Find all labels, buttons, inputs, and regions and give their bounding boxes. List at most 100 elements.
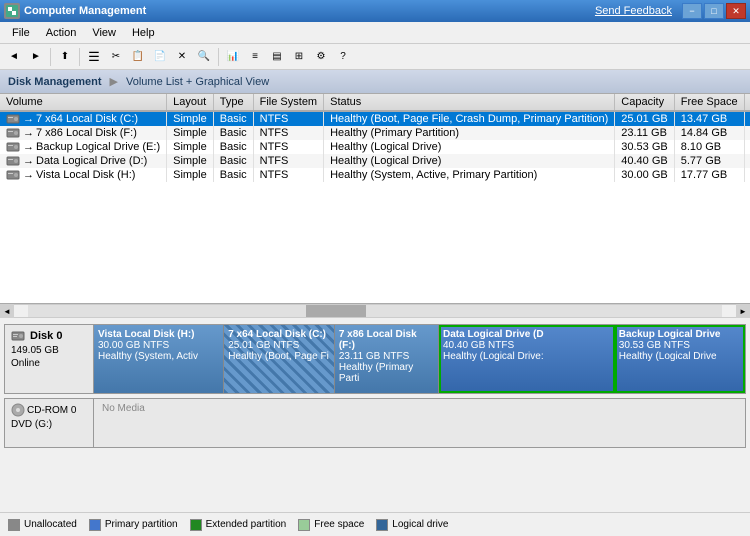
legend-primary: Primary partition <box>89 519 178 531</box>
toolbar-help[interactable]: ? <box>333 47 353 67</box>
close-button[interactable]: ✕ <box>726 3 746 19</box>
table-row[interactable]: →7 x64 Local Disk (C:)SimpleBasicNTFSHea… <box>0 111 750 126</box>
partition-block[interactable]: 7 x86 Local Disk (F:)23.11 GB NTFSHealth… <box>335 325 439 393</box>
menu-view[interactable]: View <box>84 25 124 41</box>
col-layout[interactable]: Layout <box>167 94 214 111</box>
partition-status: Healthy (Logical Drive <box>619 351 741 362</box>
arrow-icon: → <box>23 113 34 125</box>
scroll-left-arrow[interactable]: ◄ <box>0 304 14 318</box>
table-row[interactable]: →Backup Logical Drive (E:)SimpleBasicNTF… <box>0 140 750 154</box>
toolbar-back[interactable]: ◄ <box>4 47 24 67</box>
cell-layout: Simple <box>167 126 214 140</box>
table-row[interactable]: →Vista Local Disk (H:)SimpleBasicNTFSHea… <box>0 168 750 182</box>
col-volume[interactable]: Volume <box>0 94 167 111</box>
toolbar-separator-1 <box>50 48 51 66</box>
toolbar-up[interactable]: ⬆ <box>55 47 75 67</box>
col-capacity[interactable]: Capacity <box>615 94 674 111</box>
cell-layout: Simple <box>167 168 214 182</box>
partition-block[interactable]: Backup Logical Drive30.53 GB NTFSHealthy… <box>615 325 745 393</box>
toolbar-view3[interactable]: ⊞ <box>289 47 309 67</box>
partition-status: Healthy (Boot, Page Fi <box>228 351 330 362</box>
toolbar-forward[interactable]: ► <box>26 47 46 67</box>
toolbar-export[interactable]: 📊 <box>223 47 243 67</box>
col-pct-free[interactable]: % Free <box>744 94 750 111</box>
toolbar-copy[interactable]: 📋 <box>128 47 148 67</box>
toolbar-show-hide[interactable]: ☰ <box>84 47 104 67</box>
cell-pct-free: 64 % <box>744 126 750 140</box>
table-row[interactable]: →7 x86 Local Disk (F:)SimpleBasicNTFSHea… <box>0 126 750 140</box>
cell-layout: Simple <box>167 111 214 126</box>
legend-unallocated: Unallocated <box>8 519 77 531</box>
partition-name: 7 x64 Local Disk (C:) <box>228 329 330 340</box>
cell-free-space: 5.77 GB <box>674 154 744 168</box>
toolbar-paste[interactable]: 📄 <box>150 47 170 67</box>
scroll-right-arrow[interactable]: ► <box>736 304 750 318</box>
cell-type: Basic <box>213 154 253 168</box>
scroll-thumb[interactable] <box>306 305 366 317</box>
partition-name: Backup Logical Drive <box>619 329 741 340</box>
cell-volume: →Data Logical Drive (D:) <box>0 154 167 168</box>
volume-list: Volume Layout Type File System Status Ca… <box>0 94 750 304</box>
partition-size: 40.40 GB NTFS <box>443 340 610 351</box>
toolbar-prop[interactable]: 🔍 <box>194 47 214 67</box>
main-area: Volume Layout Type File System Status Ca… <box>0 94 750 536</box>
disk0-status: Online <box>11 358 87 369</box>
restore-button[interactable]: □ <box>704 3 724 19</box>
disk-icon <box>6 127 20 139</box>
cell-volume: →Vista Local Disk (H:) <box>0 168 167 182</box>
horizontal-scrollbar[interactable]: ◄ ► <box>0 304 750 318</box>
toolbar-settings[interactable]: ⚙ <box>311 47 331 67</box>
toolbar-cut[interactable]: ✂ <box>106 47 126 67</box>
disk0-name: Disk 0 <box>11 329 87 343</box>
cell-type: Basic <box>213 126 253 140</box>
legend-unallocated-label: Unallocated <box>24 519 77 530</box>
scroll-track[interactable] <box>28 305 722 317</box>
toolbar-view1[interactable]: ≡ <box>245 47 265 67</box>
menu-file[interactable]: File <box>4 25 38 41</box>
col-status[interactable]: Status <box>324 94 615 111</box>
cell-filesystem: NTFS <box>253 154 323 168</box>
partition-status: Healthy (Primary Parti <box>339 362 434 384</box>
disk-icon <box>6 113 20 125</box>
legend-extended: Extended partition <box>190 519 287 531</box>
toolbar-view2[interactable]: ▤ <box>267 47 287 67</box>
legend-free: Free space <box>298 519 364 531</box>
send-feedback-link[interactable]: Send Feedback <box>595 5 672 17</box>
table-row[interactable]: →Data Logical Drive (D:)SimpleBasicNTFSH… <box>0 154 750 168</box>
section-sep-icon: ▶ <box>110 75 118 88</box>
col-type[interactable]: Type <box>213 94 253 111</box>
legend-unallocated-box <box>8 519 20 531</box>
cell-layout: Simple <box>167 154 214 168</box>
cell-filesystem: NTFS <box>253 168 323 182</box>
disk0-size: 149.05 GB <box>11 345 87 356</box>
partition-size: 25.01 GB NTFS <box>228 340 330 351</box>
menu-action[interactable]: Action <box>38 25 85 41</box>
title-bar-controls: Send Feedback − □ ✕ <box>595 3 746 19</box>
partition-block[interactable]: Data Logical Drive (D40.40 GB NTFSHealth… <box>439 325 615 393</box>
minimize-button[interactable]: − <box>682 3 702 19</box>
toolbar-delete[interactable]: ✕ <box>172 47 192 67</box>
cell-pct-free: 59 % <box>744 168 750 182</box>
partition-block[interactable]: Vista Local Disk (H:)30.00 GB NTFSHealth… <box>94 325 224 393</box>
legend: Unallocated Primary partition Extended p… <box>0 512 750 536</box>
partition-size: 30.00 GB NTFS <box>98 340 219 351</box>
volume-table: Volume Layout Type File System Status Ca… <box>0 94 750 182</box>
section-header: Disk Management ▶ Volume List + Graphica… <box>0 70 750 94</box>
col-filesystem[interactable]: File System <box>253 94 323 111</box>
cdrom-content: No Media <box>94 398 746 448</box>
toolbar: ◄ ► ⬆ ☰ ✂ 📋 📄 ✕ 🔍 📊 ≡ ▤ ⊞ ⚙ ? <box>0 44 750 70</box>
cdrom-row: CD-ROM 0 DVD (G:) No Media <box>4 398 746 448</box>
cell-status: Healthy (Boot, Page File, Crash Dump, Pr… <box>324 111 615 126</box>
cdrom-drive: DVD (G:) <box>11 419 87 430</box>
cell-free-space: 13.47 GB <box>674 111 744 126</box>
disk0-partitions: Vista Local Disk (H:)30.00 GB NTFSHealth… <box>94 324 746 394</box>
menu-help[interactable]: Help <box>124 25 163 41</box>
cell-capacity: 40.40 GB <box>615 154 674 168</box>
col-free-space[interactable]: Free Space <box>674 94 744 111</box>
partition-block[interactable]: 7 x64 Local Disk (C:)25.01 GB NTFSHealth… <box>224 325 335 393</box>
cdrom-name: CD-ROM 0 <box>27 405 76 416</box>
disk-icon <box>6 141 20 153</box>
cell-volume: →7 x86 Local Disk (F:) <box>0 126 167 140</box>
cell-capacity: 30.00 GB <box>615 168 674 182</box>
disk-icon <box>6 155 20 167</box>
